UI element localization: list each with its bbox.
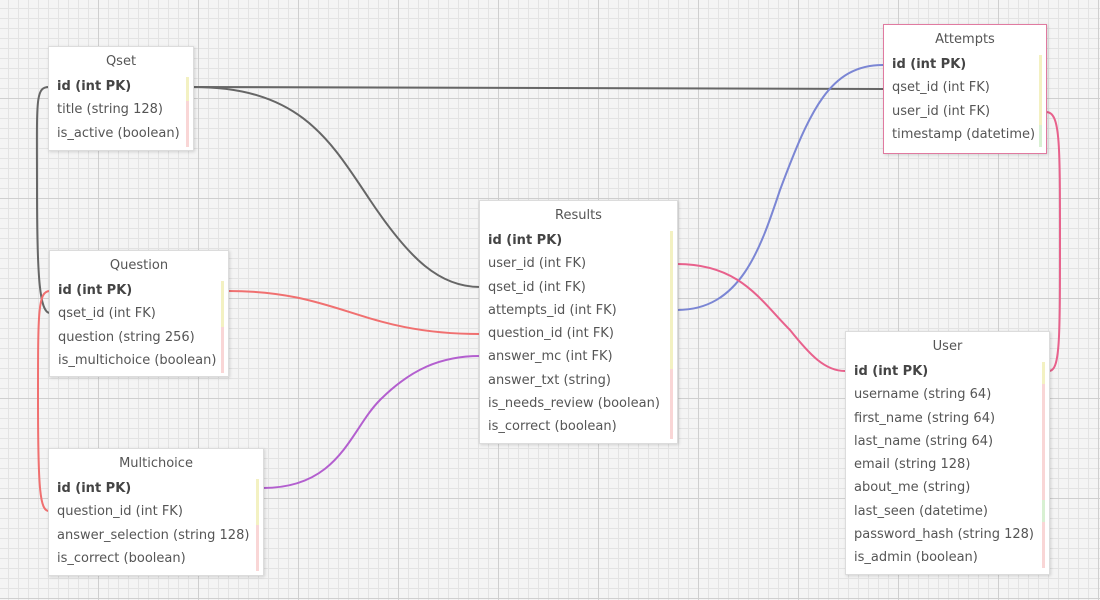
table-title: User — [932, 339, 963, 354]
table-title: Qset — [105, 54, 137, 69]
field-row[interactable]: answer_mc (int FK) — [480, 345, 677, 368]
field-row[interactable]: email (string 128) — [846, 453, 1049, 476]
field-row[interactable]: id (int PK) — [49, 477, 263, 500]
field-row[interactable]: qset_id (int FK) — [50, 302, 228, 325]
field-row[interactable]: question_id (int FK) — [480, 322, 677, 345]
field-row[interactable]: question (string 256) — [50, 326, 228, 349]
field-row[interactable]: password_hash (string 128) — [846, 523, 1049, 546]
field-type-bar — [221, 281, 224, 373]
field-row[interactable]: id (int PK) — [480, 229, 677, 252]
table-title: Results — [555, 208, 602, 223]
field-row[interactable]: is_correct (boolean) — [49, 547, 263, 570]
field-row[interactable]: is_admin (boolean) — [846, 546, 1049, 569]
table-title: Multichoice — [119, 456, 193, 471]
link-question-results[interactable] — [227, 290, 481, 335]
field-row[interactable]: timestamp (datetime) — [884, 123, 1046, 146]
field-row[interactable]: last_seen (datetime) — [846, 500, 1049, 523]
field-row[interactable]: is_correct (boolean) — [480, 415, 677, 438]
link-attempts-results[interactable] — [676, 64, 884, 311]
field-row[interactable]: id (int PK) — [884, 53, 1046, 76]
table-attempts[interactable]: Attempts id (int PK) qset_id (int FK) us… — [883, 24, 1047, 154]
field-row[interactable]: title (string 128) — [49, 98, 193, 121]
field-row[interactable]: username (string 64) — [846, 383, 1049, 406]
field-row[interactable]: id (int PK) — [49, 75, 193, 98]
table-results[interactable]: Results id (int PK) user_id (int FK) qse… — [479, 200, 678, 444]
table-title: Attempts — [935, 32, 995, 47]
field-row[interactable]: answer_selection (string 128) — [49, 524, 263, 547]
table-question[interactable]: Question id (int PK) qset_id (int FK) qu… — [49, 250, 229, 377]
field-type-bar — [670, 231, 673, 439]
field-row[interactable]: first_name (string 64) — [846, 407, 1049, 430]
field-row[interactable]: is_needs_review (boolean) — [480, 392, 677, 415]
field-row[interactable]: id (int PK) — [50, 279, 228, 302]
field-row[interactable]: attempts_id (int FK) — [480, 299, 677, 322]
field-row[interactable]: id (int PK) — [846, 360, 1049, 383]
link-qset-results[interactable] — [192, 86, 481, 288]
link-multichoice-results[interactable] — [262, 355, 481, 489]
field-row[interactable]: is_active (boolean) — [49, 122, 193, 145]
field-row[interactable]: last_name (string 64) — [846, 430, 1049, 453]
field-type-bar — [256, 479, 259, 571]
field-row[interactable]: qset_id (int FK) — [884, 76, 1046, 99]
table-qset[interactable]: Qset id (int PK) title (string 128) is_a… — [48, 46, 194, 151]
field-type-bar — [186, 77, 189, 147]
field-type-bar — [1042, 362, 1045, 568]
field-row[interactable]: about_me (string) — [846, 476, 1049, 499]
field-type-bar — [1039, 55, 1042, 147]
table-title: Question — [109, 258, 169, 273]
field-row[interactable]: user_id (int FK) — [480, 252, 677, 275]
field-row[interactable]: user_id (int FK) — [884, 100, 1046, 123]
table-user[interactable]: User id (int PK) username (string 64) fi… — [845, 331, 1050, 575]
link-qset-attempts[interactable] — [192, 86, 884, 90]
field-row[interactable]: question_id (int FK) — [49, 500, 263, 523]
link-results-user[interactable] — [676, 263, 846, 372]
field-row[interactable]: answer_txt (string) — [480, 369, 677, 392]
field-row[interactable]: is_multichoice (boolean) — [50, 349, 228, 372]
field-row[interactable]: qset_id (int FK) — [480, 276, 677, 299]
table-multichoice[interactable]: Multichoice id (int PK) question_id (int… — [48, 448, 264, 576]
